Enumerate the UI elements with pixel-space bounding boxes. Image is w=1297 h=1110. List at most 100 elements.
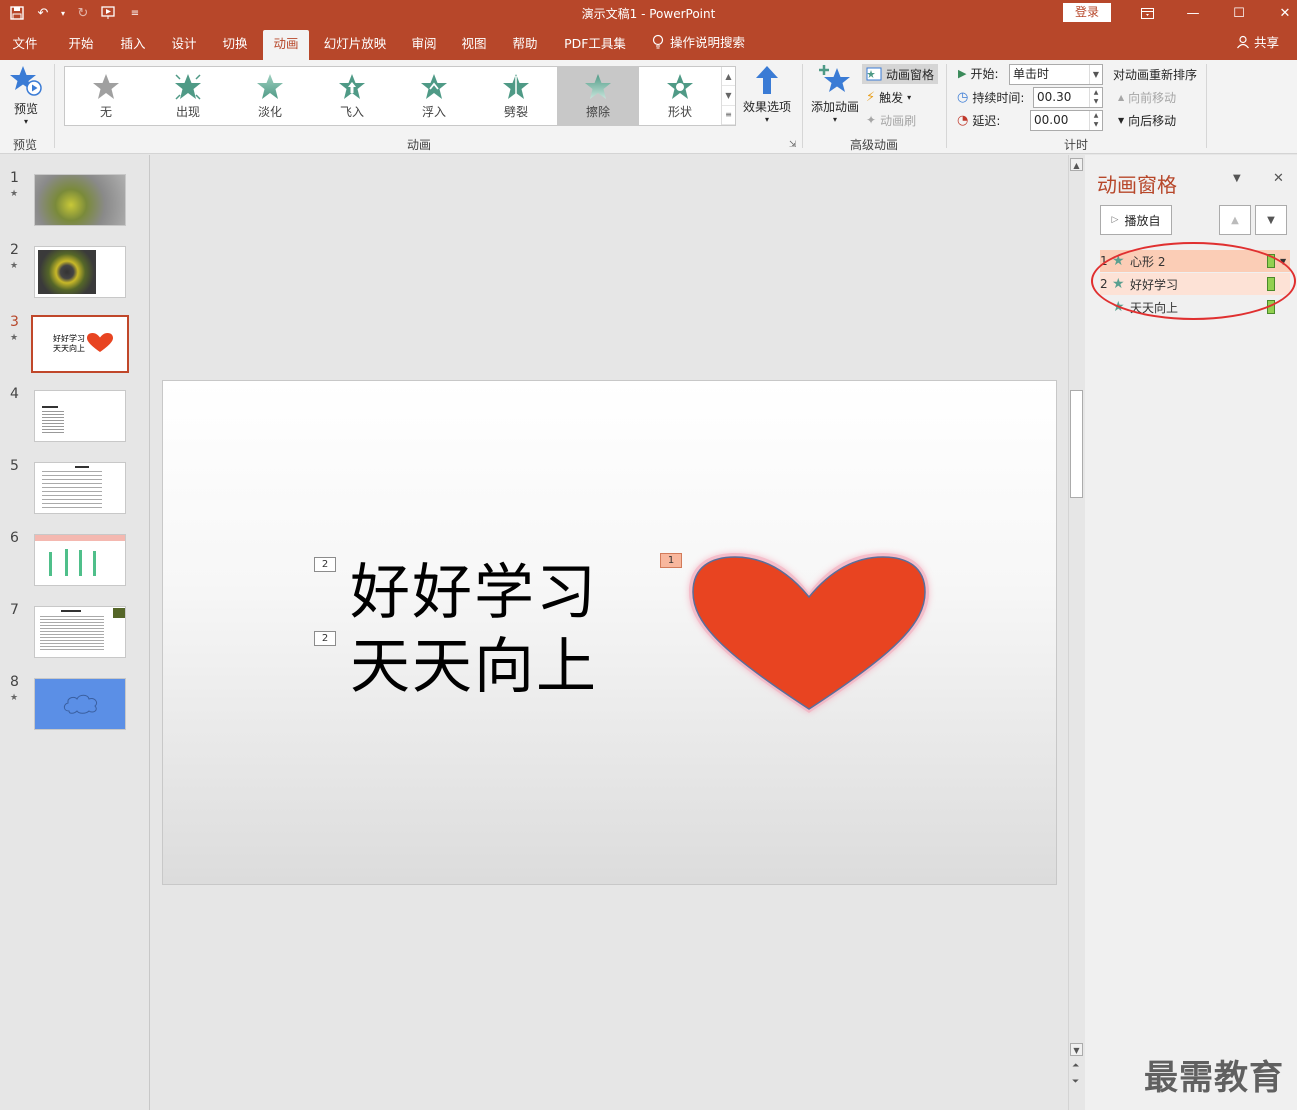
gallery-scroll: ▲ ▼ ≡ bbox=[721, 67, 735, 125]
slide-thumbnail-2[interactable] bbox=[34, 246, 126, 298]
tab-file[interactable]: 文件 bbox=[4, 30, 46, 60]
arrow-up-icon bbox=[756, 66, 778, 94]
add-animation-dropdown-icon[interactable]: ▾ bbox=[808, 115, 862, 124]
animation-wipe[interactable]: 擦除 bbox=[557, 67, 639, 125]
add-animation-button[interactable]: 添加动画 ▾ bbox=[808, 64, 862, 124]
thumb-bar bbox=[79, 550, 82, 576]
duration-input[interactable]: 00.30 ▲ ▼ bbox=[1033, 87, 1103, 108]
tab-transitions[interactable]: 切换 bbox=[214, 30, 256, 60]
move-earlier-button[interactable]: ▲ 向前移动 bbox=[1118, 87, 1176, 107]
start-select[interactable]: 单击时 ▼ bbox=[1009, 64, 1103, 85]
watermark: 最需教育 bbox=[1144, 1058, 1284, 1098]
duration-value: 00.30 bbox=[1037, 90, 1072, 104]
duration-label: 持续时间: bbox=[972, 90, 1025, 105]
thumb-bar bbox=[49, 552, 52, 576]
save-icon[interactable] bbox=[6, 3, 28, 23]
anim-order-tag-selected[interactable]: 1 bbox=[660, 553, 682, 568]
share-button[interactable]: 共享 bbox=[1236, 32, 1279, 51]
animation-pane-button[interactable]: 动画窗格 bbox=[862, 64, 939, 84]
thumb-number: 5 bbox=[10, 458, 19, 474]
thumb-number: 2 bbox=[10, 242, 19, 258]
slide-thumbnail-8[interactable] bbox=[34, 678, 126, 730]
minimize-icon[interactable]: — bbox=[1170, 0, 1216, 26]
play-from-button[interactable]: ▷ 播放自 bbox=[1100, 205, 1172, 235]
chevron-down-icon[interactable]: ▼ bbox=[1089, 65, 1102, 84]
slide-thumbnail-3[interactable]: 好好学习 天天向上 bbox=[31, 315, 129, 373]
animation-none[interactable]: 无 bbox=[65, 67, 147, 125]
anim-order-tag[interactable]: 2 bbox=[314, 631, 336, 646]
gallery-up-icon[interactable]: ▲ bbox=[722, 67, 735, 87]
slide-thumbnail-5[interactable] bbox=[34, 462, 126, 514]
close-window-icon[interactable]: ✕ bbox=[1262, 0, 1297, 26]
gallery-down-icon[interactable]: ▼ bbox=[722, 86, 735, 106]
next-slide-icon[interactable]: ⏷ bbox=[1072, 1077, 1079, 1087]
animation-painter-button[interactable]: ✦ 动画刷 bbox=[866, 110, 916, 130]
redo-icon[interactable]: ↻ bbox=[72, 3, 94, 23]
tell-me-search[interactable]: 操作说明搜索 bbox=[652, 32, 745, 51]
dialog-launcher-icon[interactable]: ⇲ bbox=[789, 140, 797, 150]
preview-button[interactable]: 预览 ▾ bbox=[6, 64, 46, 126]
heart-shape[interactable] bbox=[681, 547, 937, 719]
previous-slide-icon[interactable]: ⏶ bbox=[1072, 1061, 1079, 1071]
tab-insert[interactable]: 插入 bbox=[112, 30, 154, 60]
slide-vertical-scrollbar[interactable]: ▲ ▼ ⏶ ⏷ bbox=[1068, 155, 1084, 1110]
slide-text-box[interactable]: 好好学习 天天向上 bbox=[350, 556, 598, 704]
scroll-down-icon[interactable]: ▼ bbox=[1070, 1043, 1083, 1056]
animation-appear[interactable]: 出现 bbox=[147, 67, 229, 125]
maximize-icon[interactable]: ☐ bbox=[1216, 0, 1262, 26]
animation-fly-in[interactable]: 飞入 bbox=[311, 67, 393, 125]
anim-order-tag[interactable]: 2 bbox=[314, 557, 336, 572]
tab-design[interactable]: 设计 bbox=[163, 30, 205, 60]
pane-options-dropdown-icon[interactable]: ▼ bbox=[1233, 173, 1241, 184]
move-up-button[interactable]: ▲ bbox=[1219, 205, 1251, 235]
annotation-circle bbox=[1091, 242, 1296, 320]
ribbon-separator bbox=[802, 64, 803, 148]
customize-qat-icon[interactable]: ≡ bbox=[124, 3, 146, 23]
slide-canvas[interactable]: 2 2 1 好好学习 天天向上 bbox=[162, 380, 1057, 885]
slide-thumbnail-7[interactable] bbox=[34, 606, 126, 658]
ribbon-animations: 预览 ▾ 预览 无 出现 淡化 飞入 浮入 劈裂 擦除 形状 ▲ ▼ ≡ 效果选… bbox=[0, 60, 1297, 154]
tab-view[interactable]: 视图 bbox=[454, 30, 494, 60]
slide-thumbnail-6[interactable] bbox=[34, 534, 126, 586]
tab-home[interactable]: 开始 bbox=[60, 30, 102, 60]
triangle-up-icon: ▲ bbox=[1231, 214, 1239, 226]
preview-dropdown-icon[interactable]: ▾ bbox=[6, 117, 46, 126]
thumb-heart-icon bbox=[87, 333, 113, 352]
undo-icon[interactable]: ↶ bbox=[32, 3, 54, 23]
thumb-number: 7 bbox=[10, 602, 19, 618]
scroll-thumb[interactable] bbox=[1070, 390, 1083, 498]
close-pane-icon[interactable]: ✕ bbox=[1273, 171, 1284, 186]
animation-fade[interactable]: 淡化 bbox=[229, 67, 311, 125]
tab-slideshow[interactable]: 幻灯片放映 bbox=[318, 30, 392, 60]
animation-float-in[interactable]: 浮入 bbox=[393, 67, 475, 125]
undo-dropdown-icon[interactable]: ▾ bbox=[58, 3, 68, 23]
trigger-button[interactable]: ⚡ 触发 ▾ bbox=[866, 87, 911, 107]
thumb-cloud-icon bbox=[63, 694, 98, 714]
effect-options-button[interactable]: 效果选项 ▾ bbox=[740, 64, 794, 124]
move-later-button[interactable]: ▼ 向后移动 bbox=[1118, 110, 1176, 130]
thumb-lines bbox=[40, 616, 104, 652]
move-down-button[interactable]: ▼ bbox=[1255, 205, 1287, 235]
thumb-line bbox=[61, 610, 81, 612]
spinner-icon[interactable]: ▲ ▼ bbox=[1089, 88, 1102, 107]
effect-options-dropdown-icon[interactable]: ▾ bbox=[740, 115, 794, 124]
animation-shape[interactable]: 形状 bbox=[639, 67, 721, 125]
delay-input[interactable]: 00.00 ▲ ▼ bbox=[1030, 110, 1103, 131]
gallery-more-icon[interactable]: ≡ bbox=[722, 106, 735, 125]
group-label-advanced: 高级动画 bbox=[849, 138, 898, 152]
spinner-icon[interactable]: ▲ ▼ bbox=[1089, 111, 1102, 130]
tab-pdf-tools[interactable]: PDF工具集 bbox=[558, 30, 632, 60]
slide-thumbnail-4[interactable] bbox=[34, 390, 126, 442]
tab-help[interactable]: 帮助 bbox=[504, 30, 546, 60]
tab-review[interactable]: 审阅 bbox=[404, 30, 444, 60]
animation-split[interactable]: 劈裂 bbox=[475, 67, 557, 125]
scroll-up-icon[interactable]: ▲ bbox=[1070, 158, 1083, 171]
person-icon bbox=[1237, 35, 1249, 48]
slide-thumbnail-1[interactable] bbox=[34, 174, 126, 226]
tab-animations[interactable]: 动画 bbox=[263, 30, 309, 60]
login-button[interactable]: 登录 bbox=[1063, 3, 1111, 22]
trigger-label: 触发 bbox=[879, 90, 904, 105]
start-from-beginning-icon[interactable] bbox=[98, 3, 120, 23]
ribbon-display-options-icon[interactable] bbox=[1124, 0, 1170, 26]
effect-options-label: 效果选项 bbox=[742, 100, 791, 114]
